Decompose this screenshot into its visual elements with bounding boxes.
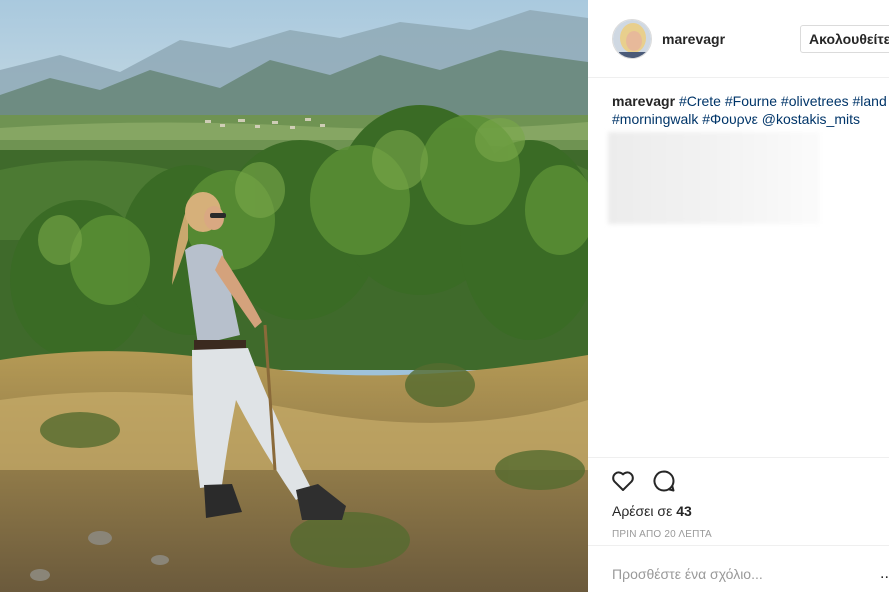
avatar[interactable] (612, 19, 652, 59)
blurred-comments-area (608, 132, 820, 224)
hashtag-land[interactable]: #land (853, 93, 887, 109)
mention-kostakis-mits[interactable]: @kostakis_mits (762, 111, 860, 127)
likes-summary[interactable]: Αρέσει σε 43 (612, 503, 692, 519)
likes-prefix: Αρέσει σε (612, 503, 673, 519)
post-photo[interactable] (0, 0, 588, 592)
heart-outline-icon[interactable] (610, 468, 636, 494)
post-sidebar: marevagr Ακολουθείτε marevagr #Crete #Fo… (588, 0, 889, 592)
speech-bubble-icon[interactable] (651, 468, 677, 494)
hashtag-crete[interactable]: #Crete (679, 93, 721, 109)
comment-section: ... (588, 545, 889, 592)
more-options-icon[interactable]: ... (880, 566, 889, 582)
avatar-image (613, 20, 651, 58)
post-header: marevagr Ακολουθείτε (588, 0, 889, 78)
photo-woman-hiking-olive-grove (0, 0, 588, 592)
username-link[interactable]: marevagr (662, 31, 725, 47)
hashtag-fourne-greek[interactable]: #Φουρνε (702, 111, 758, 127)
hashtag-olivetrees[interactable]: #olivetrees (781, 93, 849, 109)
hashtag-morningwalk[interactable]: #morningwalk (612, 111, 698, 127)
caption-username[interactable]: marevagr (612, 93, 675, 109)
comment-input[interactable] (612, 564, 862, 584)
post-caption: marevagr #Crete #Fourne #olivetrees #lan… (612, 92, 887, 128)
post-timestamp[interactable]: ΠΡΙΝ ΑΠΟ 20 ΛΕΠΤΑ (612, 529, 712, 540)
following-button[interactable]: Ακολουθείτε (800, 25, 889, 53)
likes-count: 43 (676, 503, 692, 519)
hashtag-fourne[interactable]: #Fourne (725, 93, 777, 109)
